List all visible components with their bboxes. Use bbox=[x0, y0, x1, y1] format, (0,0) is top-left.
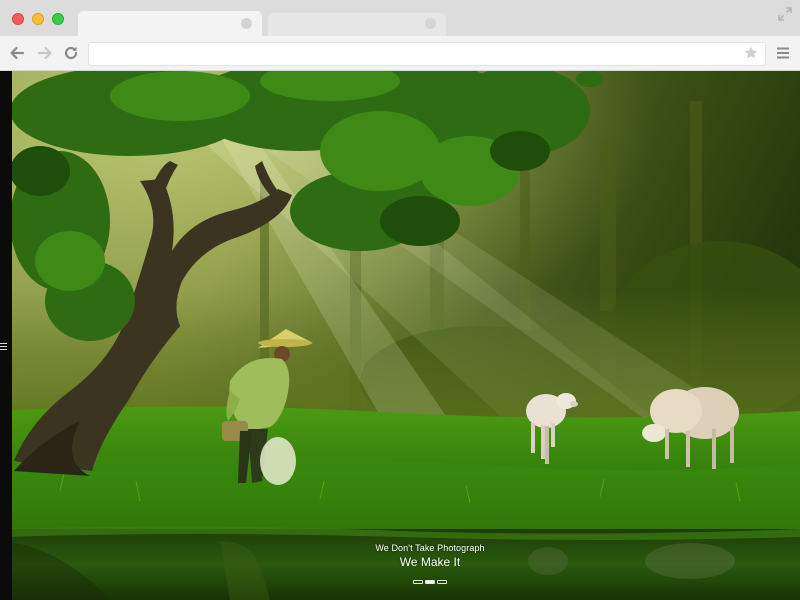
tab-strip bbox=[0, 0, 800, 36]
page-viewport: We Don't Take Photograph We Make It bbox=[0, 71, 800, 600]
hero-subtitle: We Don't Take Photograph bbox=[375, 543, 485, 553]
address-bar[interactable] bbox=[88, 42, 766, 66]
expand-icon[interactable] bbox=[778, 7, 792, 21]
star-icon[interactable] bbox=[743, 45, 759, 61]
minimize-window-button[interactable] bbox=[32, 13, 44, 25]
slide-dot[interactable] bbox=[413, 580, 423, 584]
hero-title: We Make It bbox=[399, 555, 461, 569]
tab-close-icon[interactable] bbox=[241, 18, 252, 29]
slide-dot-active[interactable] bbox=[425, 580, 435, 584]
slider-pagination bbox=[413, 580, 453, 584]
close-window-button[interactable] bbox=[12, 13, 24, 25]
forward-arrow-icon[interactable] bbox=[36, 44, 54, 62]
tab-active[interactable] bbox=[78, 11, 262, 36]
reload-icon[interactable] bbox=[62, 44, 80, 62]
maximize-window-button[interactable] bbox=[52, 13, 64, 25]
left-edge-bar bbox=[0, 71, 12, 600]
hamburger-menu-icon[interactable] bbox=[776, 46, 790, 60]
browser-toolbar bbox=[0, 36, 800, 71]
slide-dot[interactable] bbox=[437, 580, 447, 584]
back-arrow-icon[interactable] bbox=[8, 44, 26, 62]
hero-slide-image bbox=[0, 71, 800, 600]
tab-close-icon[interactable] bbox=[425, 18, 436, 29]
side-menu-handle[interactable] bbox=[0, 343, 8, 353]
tab-inactive[interactable] bbox=[268, 13, 446, 36]
browser-window: We Don't Take Photograph We Make It bbox=[0, 0, 800, 600]
